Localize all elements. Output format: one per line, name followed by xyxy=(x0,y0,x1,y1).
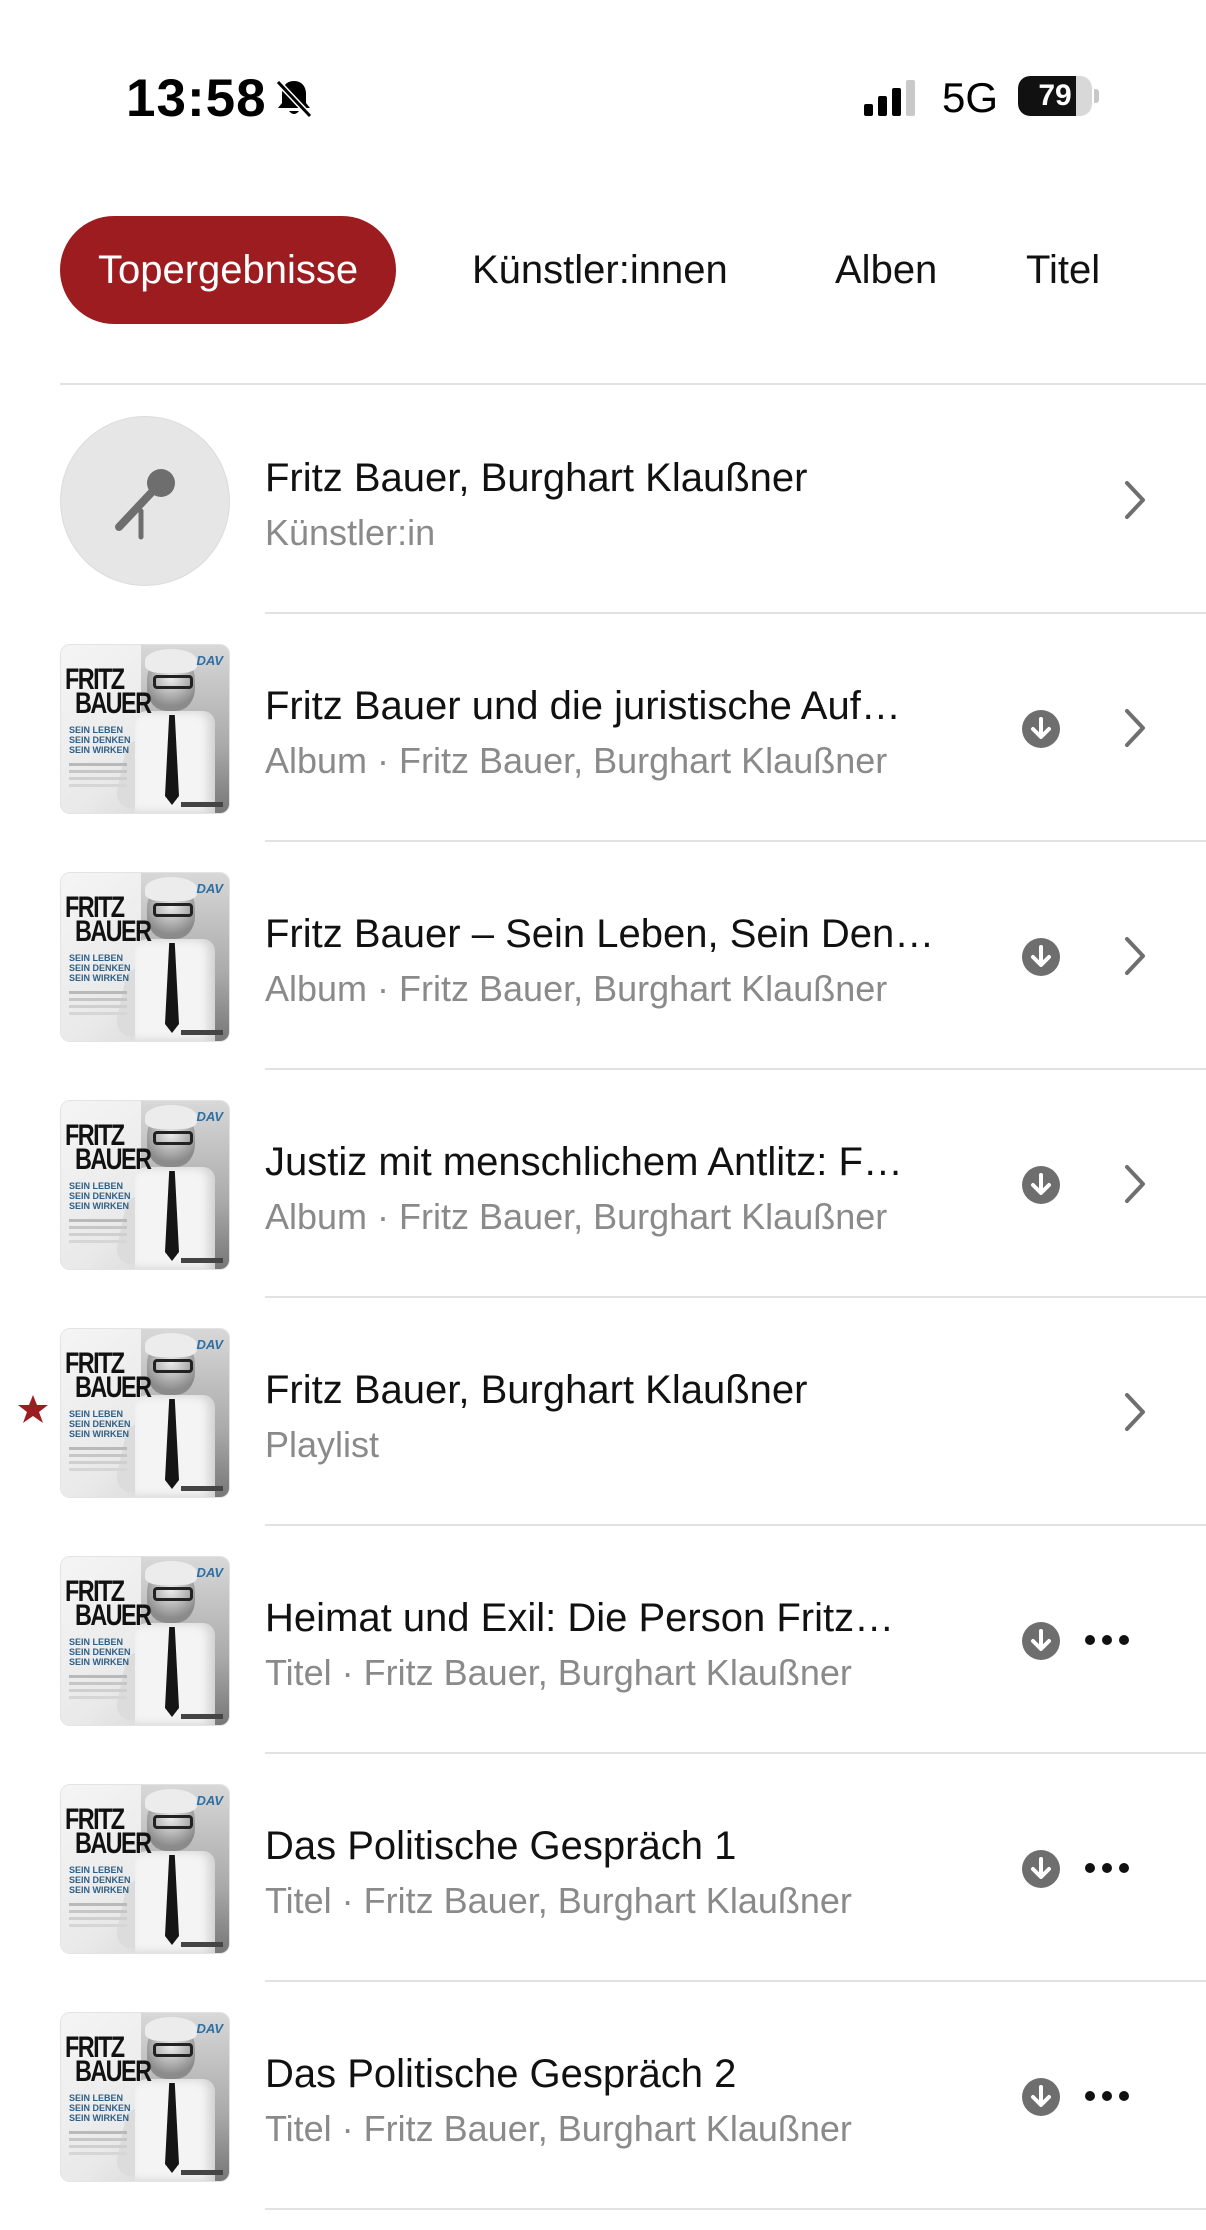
result-subtitle: Titel · Fritz Bauer, Burghart Klaußner xyxy=(265,1652,852,1693)
tab-songs[interactable]: Titel xyxy=(1026,216,1100,324)
search-scope-tabs: Topergebnisse Künstler:innen Alben Titel… xyxy=(60,216,1206,324)
chevron-right-icon[interactable] xyxy=(1120,1162,1150,1206)
album-cover-art: FRITZ BAUER SEIN LEBEN SEIN DENKEN SEIN … xyxy=(61,1785,229,1953)
tab-albums[interactable]: Alben xyxy=(835,216,937,324)
divider xyxy=(265,2208,1206,2210)
result-title: Das Politische Gespräch 2 xyxy=(265,2052,737,2096)
result-row-playlist[interactable]: FRITZ BAUER SEIN LEBEN SEIN DENKEN SEIN … xyxy=(0,1298,1206,1526)
album-cover-art: FRITZ BAUER SEIN LEBEN SEIN DENKEN SEIN … xyxy=(61,1101,229,1269)
more-options-icon[interactable] xyxy=(1082,1850,1132,1886)
artwork-thumbnail: FRITZ BAUER SEIN LEBEN SEIN DENKEN SEIN … xyxy=(60,1100,230,1270)
artwork-thumbnail: FRITZ BAUER SEIN LEBEN SEIN DENKEN SEIN … xyxy=(60,872,230,1042)
result-subtitle: Titel · Fritz Bauer, Burghart Klaußner xyxy=(265,2108,852,2149)
result-title: Das Politische Gespräch 1 xyxy=(265,1824,737,1868)
result-title: Justiz mit menschlichem Antlitz: F… xyxy=(265,1140,903,1184)
album-cover-art: FRITZ BAUER SEIN LEBEN SEIN DENKEN SEIN … xyxy=(61,645,229,813)
result-title: Fritz Bauer – Sein Leben, Sein Den… xyxy=(265,912,935,956)
chevron-right-icon[interactable] xyxy=(1120,1390,1150,1434)
tab-top-results[interactable]: Topergebnisse xyxy=(60,216,397,324)
artwork-thumbnail: FRITZ BAUER SEIN LEBEN SEIN DENKEN SEIN … xyxy=(60,1784,230,1954)
result-title: Fritz Bauer, Burghart Klaußner xyxy=(265,1368,808,1412)
album-cover-art: FRITZ BAUER SEIN LEBEN SEIN DENKEN SEIN … xyxy=(61,1329,229,1497)
battery-icon: 79 xyxy=(1018,76,1099,118)
battery-percent: 79 xyxy=(1038,79,1072,112)
downloaded-icon xyxy=(1022,1166,1060,1204)
cellular-signal-icon xyxy=(864,80,915,116)
status-bar: 13:58 5G 79 xyxy=(0,0,1206,160)
result-subtitle: Album · Fritz Bauer, Burghart Klaußner xyxy=(265,968,888,1009)
result-row-album[interactable]: FRITZ BAUER SEIN LEBEN SEIN DENKEN SEIN … xyxy=(0,842,1206,1070)
downloaded-icon xyxy=(1022,1850,1060,1888)
chevron-right-icon[interactable] xyxy=(1120,934,1150,978)
chevron-right-icon[interactable] xyxy=(1120,478,1150,522)
artwork-thumbnail: FRITZ BAUER SEIN LEBEN SEIN DENKEN SEIN … xyxy=(60,1556,230,1726)
result-row-song[interactable]: FRITZ BAUER SEIN LEBEN SEIN DENKEN SEIN … xyxy=(0,1526,1206,1754)
result-subtitle: Titel · Fritz Bauer, Burghart Klaußner xyxy=(265,1880,852,1921)
result-subtitle: Playlist xyxy=(265,1424,380,1465)
more-options-icon[interactable] xyxy=(1082,2078,1132,2114)
artwork-thumbnail: FRITZ BAUER SEIN LEBEN SEIN DENKEN SEIN … xyxy=(60,644,230,814)
downloaded-icon xyxy=(1022,2078,1060,2116)
artwork-thumbnail: FRITZ BAUER SEIN LEBEN SEIN DENKEN SEIN … xyxy=(60,1328,230,1498)
result-row-album[interactable]: FRITZ BAUER SEIN LEBEN SEIN DENKEN SEIN … xyxy=(0,1070,1206,1298)
result-title: Fritz Bauer und die juristische Auf… xyxy=(265,684,901,728)
chevron-right-icon[interactable] xyxy=(1120,706,1150,750)
result-row-album[interactable]: FRITZ BAUER SEIN LEBEN SEIN DENKEN SEIN … xyxy=(0,614,1206,842)
result-row-artist[interactable]: Fritz Bauer, Burghart Klaußner Künstler:i… xyxy=(0,386,1206,614)
microphone-icon xyxy=(115,469,175,540)
album-cover-art: FRITZ BAUER SEIN LEBEN SEIN DENKEN SEIN … xyxy=(61,2013,229,2181)
album-cover-art: FRITZ BAUER SEIN LEBEN SEIN DENKEN SEIN … xyxy=(61,1557,229,1725)
artist-avatar xyxy=(60,416,230,586)
status-time: 13:58 xyxy=(126,69,267,128)
downloaded-icon xyxy=(1022,1622,1060,1660)
result-row-song[interactable]: FRITZ BAUER SEIN LEBEN SEIN DENKEN SEIN … xyxy=(0,1982,1206,2210)
result-title: Heimat und Exil: Die Person Fritz… xyxy=(265,1596,895,1640)
result-subtitle: Album · Fritz Bauer, Burghart Klaußner xyxy=(265,740,888,781)
more-options-icon[interactable] xyxy=(1082,1622,1132,1658)
result-subtitle: Künstler:in xyxy=(265,512,436,553)
network-type: 5G xyxy=(942,74,999,121)
result-title: Fritz Bauer, Burghart Klaußner xyxy=(265,456,808,500)
artwork-thumbnail: FRITZ BAUER SEIN LEBEN SEIN DENKEN SEIN … xyxy=(60,2012,230,2182)
result-subtitle: Album · Fritz Bauer, Burghart Klaußner xyxy=(265,1196,888,1237)
result-row-song[interactable]: FRITZ BAUER SEIN LEBEN SEIN DENKEN SEIN … xyxy=(0,1754,1206,1982)
favorite-star-icon xyxy=(18,1395,48,1423)
downloaded-icon xyxy=(1022,938,1060,976)
album-cover-art: FRITZ BAUER SEIN LEBEN SEIN DENKEN SEIN … xyxy=(61,873,229,1041)
tab-artists[interactable]: Künstler:innen xyxy=(472,216,728,324)
downloaded-icon xyxy=(1022,710,1060,748)
bell-muted-icon xyxy=(275,79,313,119)
divider xyxy=(60,383,1206,385)
